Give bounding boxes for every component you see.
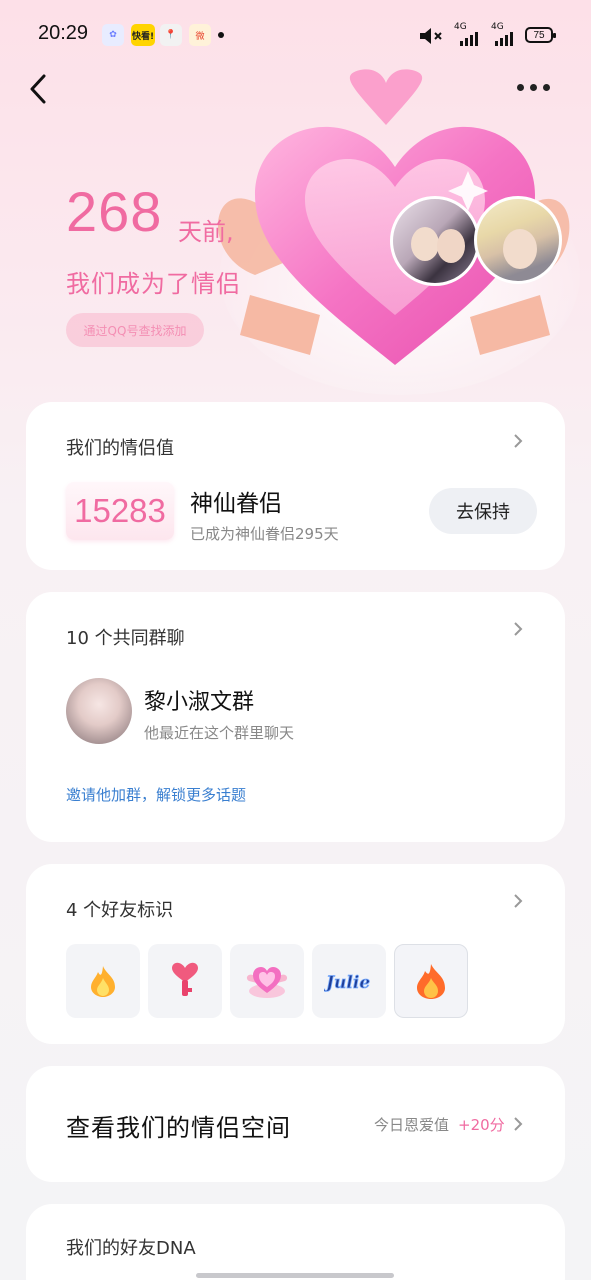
chevron-right-icon[interactable]: [511, 1117, 525, 1131]
couple-space-title: 查看我们的情侣空间: [66, 1114, 291, 1142]
badge-list: Julie: [66, 944, 468, 1018]
couple-level-desc: 已成为神仙眷侣295天: [190, 525, 339, 543]
avatar-partner[interactable]: [474, 196, 562, 284]
battery-indicator: 75: [525, 27, 556, 43]
common-groups-card[interactable]: 10 个共同群聊 黎小淑文群 他最近在这个群里聊天 邀请他加群，解锁更多话题: [26, 592, 565, 842]
signal-label-2: 4G: [491, 22, 504, 32]
avatar-user[interactable]: [390, 196, 480, 286]
signal-icon-2: [495, 32, 513, 46]
app-notification-icon: ✿: [102, 24, 124, 46]
days-suffix: 天前,: [178, 218, 234, 246]
badge-item[interactable]: Julie: [312, 944, 386, 1018]
svg-text:Julie: Julie: [324, 973, 370, 993]
status-time: 20:29: [38, 22, 89, 44]
back-icon[interactable]: [26, 72, 56, 106]
love-value-score: +20分: [458, 1116, 505, 1134]
days-count: 268: [66, 180, 163, 243]
mute-icon: [420, 28, 442, 44]
group-avatar[interactable]: [66, 678, 132, 744]
couple-value-card[interactable]: 我们的情侣值 15283 神仙眷侣 已成为神仙眷侣295天 去保持: [26, 402, 565, 570]
chevron-right-icon[interactable]: [511, 622, 525, 636]
keep-button[interactable]: 去保持: [429, 488, 537, 534]
heart-box-icon: [246, 967, 288, 998]
couple-space-card[interactable]: 查看我们的情侣空间 今日恩爱值 +20分: [26, 1066, 565, 1182]
love-value-label: 今日恩爱值: [374, 1116, 450, 1134]
more-notifications-dot: [218, 32, 224, 38]
common-groups-title: 10 个共同群聊: [66, 628, 185, 649]
julie-badge-icon: Julie: [324, 973, 371, 994]
badge-item[interactable]: [394, 944, 468, 1018]
friend-dna-title: 我们的好友DNA: [66, 1238, 196, 1259]
chevron-right-icon[interactable]: [511, 894, 525, 908]
home-indicator[interactable]: [196, 1273, 394, 1278]
flame-icon: [91, 966, 115, 997]
friend-badges-title: 4 个好友标识: [66, 900, 174, 921]
pin-notification-icon: 📍: [160, 24, 182, 46]
couple-value-title: 我们的情侣值: [66, 438, 174, 459]
signal-icon-1: [460, 32, 478, 46]
flame-icon: [417, 964, 445, 999]
badge-item[interactable]: [148, 944, 222, 1018]
friend-dna-card[interactable]: 我们的好友DNA: [26, 1204, 565, 1280]
badge-item[interactable]: [230, 944, 304, 1018]
add-source-pill: 通过QQ号查找添加: [66, 313, 204, 347]
kuaikan-notification-icon: 快看!: [131, 24, 155, 46]
signal-label-1: 4G: [454, 22, 467, 32]
couple-score: 15283: [66, 482, 174, 540]
chevron-right-icon[interactable]: [511, 434, 525, 448]
friend-badges-card[interactable]: 4 个好友标识 Julie: [26, 864, 565, 1044]
key-heart-icon: [172, 962, 198, 996]
weibo-notification-icon: 微: [189, 24, 211, 46]
hero-subtitle: 我们成为了情侣: [66, 270, 241, 298]
invite-group-link[interactable]: 邀请他加群，解锁更多话题: [66, 784, 246, 805]
group-name[interactable]: 黎小淑文群: [144, 684, 254, 716]
group-desc: 他最近在这个群里聊天: [144, 724, 295, 742]
badge-item[interactable]: [66, 944, 140, 1018]
couple-level-name: 神仙眷侣: [190, 491, 282, 517]
